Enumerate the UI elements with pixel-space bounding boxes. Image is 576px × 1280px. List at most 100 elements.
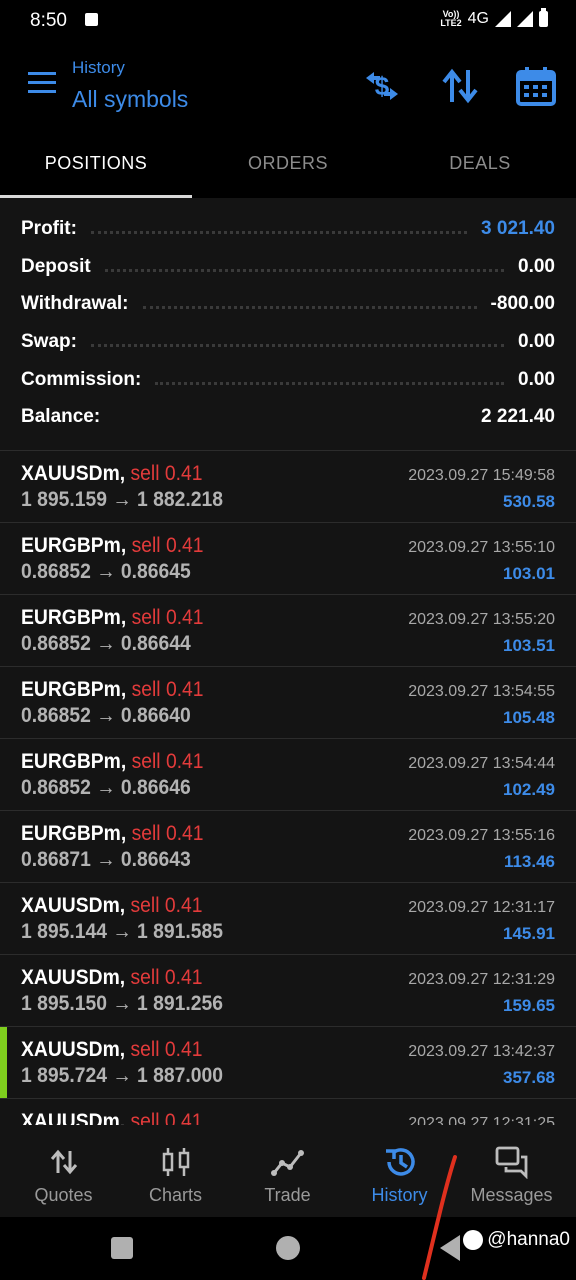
position-row[interactable]: XAUUSDm, sell 0.41 1 895.144 → 1 891.585… <box>0 882 576 955</box>
summary-value: 3 021.40 <box>481 217 555 239</box>
calendar-icon[interactable] <box>514 64 558 108</box>
position-symbol: XAUUSDm, sell 0.41 <box>21 1110 202 1125</box>
price-range: 0.86871 → 0.86643 <box>21 848 191 871</box>
position-row[interactable]: EURGBPm, sell 0.41 0.86852 → 0.86646 202… <box>0 738 576 811</box>
symbol-name: EURGBPm, <box>21 678 127 701</box>
summary-row-swap: Swap: 0.00 <box>21 323 555 360</box>
dotted-leader <box>104 269 505 272</box>
close-datetime: 2023.09.27 13:55:10 <box>408 539 555 556</box>
history-clock-icon <box>385 1148 415 1176</box>
symbol-filter-title[interactable]: All symbols <box>72 86 188 113</box>
signal-icon-2 <box>517 11 533 27</box>
position-row-partial[interactable]: XAUUSDm, sell 0.41 2023.09.27 12:31:25 <box>0 1098 576 1125</box>
dotted-leader <box>142 306 477 309</box>
watermark: @hanna0 <box>463 1229 570 1251</box>
price-range: 1 895.150 → 1 891.256 <box>21 992 223 1015</box>
currency-exchange-icon[interactable]: $ <box>360 64 404 108</box>
menu-icon[interactable] <box>28 72 56 94</box>
close-datetime: 2023.09.27 13:55:16 <box>408 827 555 844</box>
summary-row-profit: Profit: 3 021.40 <box>21 210 555 247</box>
trade-side: sell 0.41 <box>131 678 204 701</box>
summary-label: Balance: <box>21 405 101 427</box>
position-profit: 105.48 <box>503 708 555 727</box>
position-row-selected[interactable]: XAUUSDm, sell 0.41 1 895.724 → 1 887.000… <box>0 1026 576 1099</box>
network-type: 4G <box>467 10 489 27</box>
symbol-name: XAUUSDm, <box>21 966 126 989</box>
nav-quotes[interactable]: Quotes <box>6 1125 121 1217</box>
facebook-notification-icon <box>85 13 98 26</box>
facebook-logo-icon <box>463 1230 484 1250</box>
nav-messages[interactable]: Messages <box>454 1125 569 1217</box>
messages-icon <box>495 1146 527 1179</box>
position-row[interactable]: EURGBPm, sell 0.41 0.86852 → 0.86644 202… <box>0 594 576 667</box>
position-row[interactable]: EURGBPm, sell 0.41 0.86852 → 0.86640 202… <box>0 666 576 739</box>
nav-label: History <box>371 1185 428 1205</box>
summary-label: Commission: <box>21 368 142 390</box>
summary-value: 2 221.40 <box>481 405 555 427</box>
nav-label: Messages <box>470 1185 553 1205</box>
position-profit: 530.58 <box>503 492 555 511</box>
system-navigation-bar: @hanna0 <box>0 1217 576 1280</box>
close-datetime: 2023.09.27 15:49:58 <box>408 467 555 484</box>
symbol-name: EURGBPm, <box>21 606 127 629</box>
summary-label: Swap: <box>21 330 77 352</box>
price-range: 0.86852 → 0.86640 <box>21 704 191 727</box>
home-button[interactable] <box>276 1236 300 1260</box>
nav-charts[interactable]: Charts <box>118 1125 233 1217</box>
dotted-leader <box>90 344 505 347</box>
trade-line-icon <box>270 1150 304 1176</box>
price-range: 1 895.724 → 1 887.000 <box>21 1064 223 1087</box>
position-profit: 103.51 <box>503 636 555 655</box>
sort-icon[interactable] <box>438 64 482 108</box>
tab-positions[interactable]: POSITIONS <box>0 132 192 198</box>
tab-deals[interactable]: DEALS <box>384 132 576 198</box>
positions-list: XAUUSDm, sell 0.41 1 895.159 → 1 882.218… <box>0 450 576 1125</box>
position-row[interactable]: EURGBPm, sell 0.41 0.86852 → 0.86645 202… <box>0 522 576 595</box>
summary-row-balance: Balance: 2 221.40 <box>21 398 555 435</box>
summary-value: 0.00 <box>518 368 555 390</box>
position-profit: 102.49 <box>503 780 555 799</box>
back-button[interactable] <box>440 1235 460 1261</box>
position-symbol: EURGBPm, sell 0.41 <box>21 534 204 558</box>
trade-side: sell 0.41 <box>130 1038 203 1061</box>
trade-side: sell 0.41 <box>131 822 204 845</box>
nav-history[interactable]: History <box>342 1125 457 1217</box>
account-summary: Profit: 3 021.40 Deposit 0.00 Withdrawal… <box>0 198 576 450</box>
trade-side: sell 0.41 <box>130 462 203 485</box>
position-row[interactable]: EURGBPm, sell 0.41 0.86871 → 0.86643 202… <box>0 810 576 883</box>
close-datetime: 2023.09.27 13:55:20 <box>408 611 555 628</box>
summary-value: -800.00 <box>490 292 555 314</box>
selected-row-marker <box>0 1027 7 1099</box>
price-range: 0.86852 → 0.86645 <box>21 560 191 583</box>
position-row[interactable]: XAUUSDm, sell 0.41 1 895.159 → 1 882.218… <box>0 450 576 523</box>
tab-orders[interactable]: ORDERS <box>192 132 384 198</box>
position-symbol: XAUUSDm, sell 0.41 <box>21 1038 202 1062</box>
symbol-name: XAUUSDm, <box>21 1038 126 1061</box>
trade-side: sell 0.41 <box>131 534 204 557</box>
volte-bottom: LTE2 <box>440 18 462 28</box>
symbol-name: XAUUSDm, <box>21 894 126 917</box>
summary-label: Profit: <box>21 217 77 239</box>
position-symbol: XAUUSDm, sell 0.41 <box>21 462 202 486</box>
recents-button[interactable] <box>111 1237 133 1259</box>
price-range: 0.86852 → 0.86644 <box>21 632 191 655</box>
trade-side: sell 0.41 <box>131 750 204 773</box>
position-profit: 103.01 <box>503 564 555 583</box>
volte-indicator: Vo)) LTE2 <box>440 10 461 28</box>
summary-label: Withdrawal: <box>21 292 129 314</box>
status-bar: 8:50 Vo)) LTE2 4G <box>0 0 576 42</box>
symbol-name: XAUUSDm, <box>21 1110 126 1125</box>
price-range: 1 895.159 → 1 882.218 <box>21 488 223 511</box>
trade-side: sell 0.41 <box>130 1110 203 1125</box>
price-range: 1 895.144 → 1 891.585 <box>21 920 223 943</box>
symbol-name: EURGBPm, <box>21 822 127 845</box>
quotes-arrows-icon <box>50 1149 77 1175</box>
position-symbol: EURGBPm, sell 0.41 <box>21 822 204 846</box>
watermark-text: @hanna0 <box>487 1229 570 1250</box>
position-row[interactable]: XAUUSDm, sell 0.41 1 895.150 → 1 891.256… <box>0 954 576 1027</box>
symbol-name: EURGBPm, <box>21 534 127 557</box>
nav-trade[interactable]: Trade <box>230 1125 345 1217</box>
summary-value: 0.00 <box>518 255 555 277</box>
status-icons: Vo)) LTE2 4G <box>440 8 548 28</box>
close-datetime: 2023.09.27 13:42:37 <box>408 1043 555 1060</box>
